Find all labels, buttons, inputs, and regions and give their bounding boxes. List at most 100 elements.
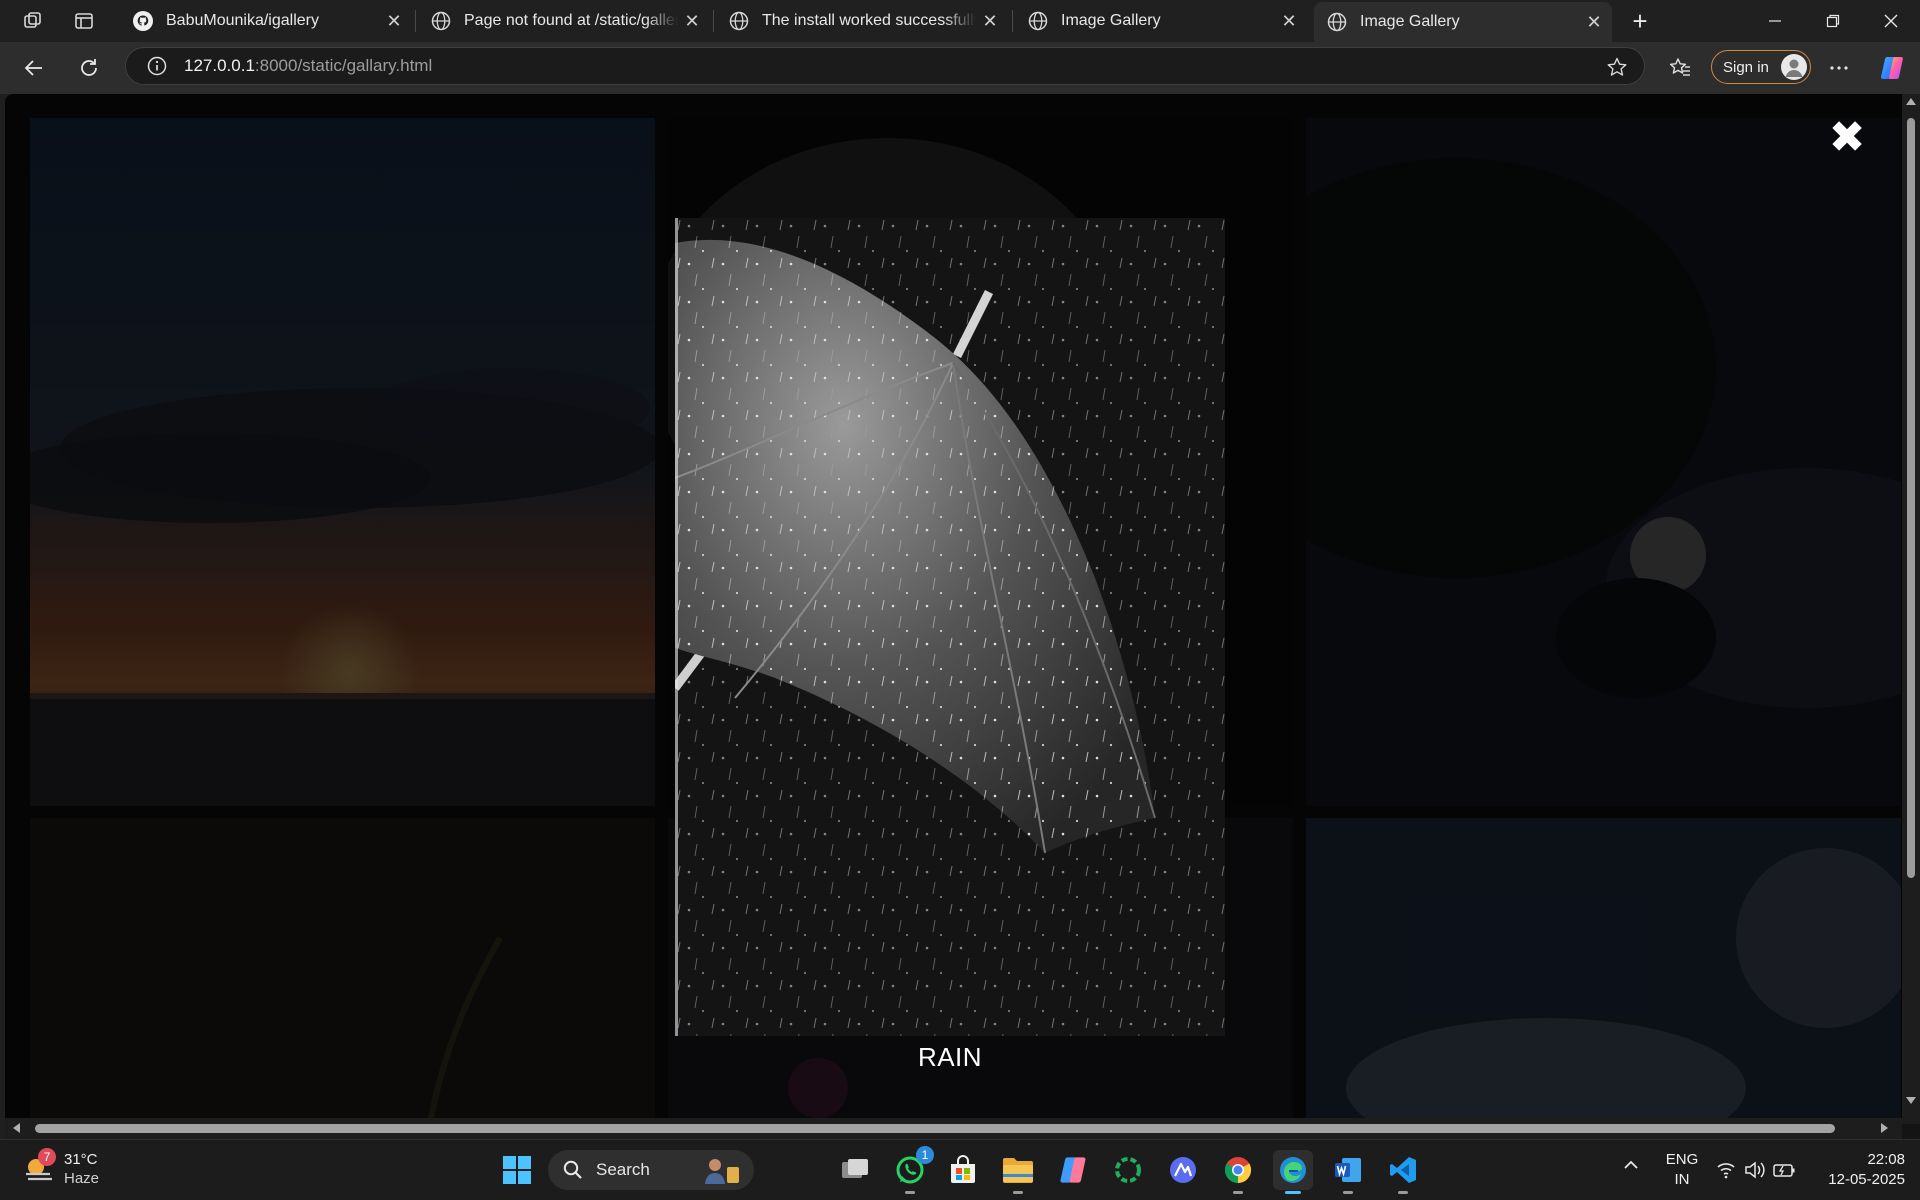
browser-toolbar: 127.0.0.1:8000/static/gallary.html Sign … — [0, 42, 1920, 94]
globe-icon — [1327, 12, 1347, 32]
circular-app[interactable] — [1108, 1150, 1148, 1190]
running-indicator — [1013, 1191, 1023, 1194]
tab-separator — [415, 10, 416, 32]
workspaces-icon[interactable] — [20, 8, 46, 34]
weather-widget[interactable]: 7 31°C Haze — [22, 1148, 100, 1188]
search-icon — [563, 1160, 582, 1179]
close-window-button[interactable] — [1862, 0, 1920, 42]
battery-icon — [1773, 1164, 1795, 1177]
file-explorer-app[interactable] — [998, 1150, 1038, 1194]
tab-image-gallery-active[interactable]: Image Gallery ✕ — [1314, 2, 1612, 42]
taskbar-search[interactable]: Search — [548, 1150, 754, 1190]
close-icon — [1884, 14, 1898, 28]
close-tab-icon[interactable]: ✕ — [976, 7, 1004, 35]
tab-title: Image Gallery — [1360, 13, 1460, 30]
scroll-up-arrow-icon[interactable] — [1906, 98, 1916, 105]
running-indicator — [1343, 1191, 1353, 1194]
quick-settings[interactable] — [1716, 1160, 1798, 1184]
new-tab-button[interactable]: + — [1626, 6, 1654, 36]
edge-app[interactable] — [1273, 1150, 1313, 1194]
github-icon — [133, 11, 153, 31]
tab-title: The install worked successfully! Congrat… — [762, 12, 976, 29]
favorites-icon — [1669, 58, 1690, 76]
favorite-star-icon[interactable] — [1606, 56, 1628, 78]
ring-app-icon — [1115, 1157, 1141, 1183]
weather-alert-badge: 7 — [38, 1148, 56, 1166]
back-button[interactable] — [18, 52, 50, 84]
copilot-app[interactable] — [1053, 1150, 1093, 1190]
edge-icon — [1280, 1157, 1306, 1183]
vscode-icon — [1390, 1157, 1416, 1183]
input-language-indicator[interactable]: ENG IN — [1662, 1150, 1702, 1190]
word-app[interactable] — [1328, 1150, 1368, 1194]
refresh-icon — [81, 59, 97, 76]
tech-app-icon — [1170, 1157, 1196, 1183]
restore-button[interactable] — [1804, 0, 1862, 42]
tab-title: Page not found at /static/gallery.html — [464, 12, 678, 29]
vscode-app[interactable] — [1383, 1150, 1423, 1194]
scroll-down-arrow-icon[interactable] — [1906, 1097, 1916, 1104]
language-line-2: IN — [1674, 1171, 1690, 1188]
close-tab-icon[interactable]: ✕ — [380, 7, 408, 35]
system-clock[interactable]: 22:08 12-05-2025 — [1815, 1150, 1905, 1190]
url-text[interactable]: 127.0.0.1:8000/static/gallary.html — [184, 56, 432, 76]
word-icon — [1335, 1158, 1361, 1182]
minimize-icon — [1769, 20, 1781, 22]
address-bar[interactable]: 127.0.0.1:8000/static/gallary.html — [125, 47, 1645, 85]
whatsapp-badge: 1 — [916, 1146, 934, 1164]
tab-title: BabuMounika/igallery — [166, 12, 319, 29]
url-host: 127.0.0.1 — [184, 56, 255, 75]
copilot-icon — [1060, 1157, 1086, 1183]
url-path: :8000/static/gallary.html — [254, 56, 433, 75]
page-viewport: ✖ RAIN — [5, 94, 1920, 1139]
microsoft-store-app[interactable] — [943, 1150, 983, 1190]
task-view-button[interactable] — [835, 1150, 875, 1190]
running-indicator — [905, 1191, 915, 1194]
site-info-icon[interactable] — [146, 55, 168, 77]
horizontal-scrollbar[interactable] — [5, 1118, 1902, 1139]
search-label: Search — [596, 1160, 650, 1179]
active-indicator — [1285, 1191, 1301, 1194]
windows-logo-icon — [503, 1156, 531, 1184]
start-button[interactable] — [497, 1150, 537, 1190]
close-tab-icon[interactable]: ✕ — [1580, 8, 1608, 36]
refresh-button[interactable] — [73, 52, 105, 84]
lightbox-close-button[interactable]: ✖ — [1827, 116, 1867, 160]
lightbox-image — [675, 218, 1225, 1036]
running-indicator — [1233, 1191, 1243, 1194]
clock-time: 22:08 — [1867, 1151, 1905, 1168]
back-arrow-icon — [24, 60, 42, 76]
clock-date: 12-05-2025 — [1828, 1171, 1905, 1188]
folder-icon — [1003, 1158, 1033, 1183]
globe-icon — [1028, 11, 1048, 31]
close-tab-icon[interactable]: ✕ — [1275, 7, 1303, 35]
favorites-button[interactable] — [1664, 52, 1696, 84]
copilot-button[interactable] — [1876, 52, 1908, 84]
tab-title: Image Gallery — [1061, 12, 1161, 29]
language-line-1: ENG — [1665, 1151, 1699, 1168]
tab-actions-icon[interactable] — [71, 8, 97, 34]
close-tab-icon[interactable]: ✕ — [678, 7, 706, 35]
tab-github[interactable]: BabuMounika/igallery ✕ — [120, 0, 412, 42]
wifi-icon — [1717, 1163, 1735, 1179]
tab-install-worked[interactable]: The install worked successfully! Congrat… — [716, 0, 1008, 42]
tab-page-not-found[interactable]: Page not found at /static/gallery.html ✕ — [418, 0, 710, 42]
weather-condition: Haze — [64, 1170, 100, 1187]
scroll-left-arrow-icon[interactable] — [13, 1123, 20, 1133]
chrome-app[interactable] — [1218, 1150, 1258, 1194]
vertical-scroll-thumb[interactable] — [1907, 118, 1915, 878]
whatsapp-app[interactable]: 1 — [890, 1146, 934, 1194]
sign-in-button[interactable]: Sign in — [1711, 50, 1811, 84]
vertical-scrollbar[interactable] — [1902, 94, 1920, 1124]
sign-in-label: Sign in — [1723, 58, 1769, 76]
minimize-button[interactable] — [1746, 0, 1804, 42]
tech-app[interactable] — [1163, 1150, 1203, 1190]
horizontal-scroll-thumb[interactable] — [35, 1124, 1835, 1133]
search-highlight-icon — [705, 1159, 739, 1184]
settings-more-button[interactable] — [1823, 52, 1855, 84]
avatar-icon — [1781, 54, 1807, 80]
tab-image-gallery[interactable]: Image Gallery ✕ — [1015, 0, 1307, 42]
chrome-icon — [1224, 1157, 1252, 1184]
scroll-right-arrow-icon[interactable] — [1881, 1123, 1888, 1133]
show-hidden-icons-button[interactable] — [1622, 1158, 1640, 1176]
